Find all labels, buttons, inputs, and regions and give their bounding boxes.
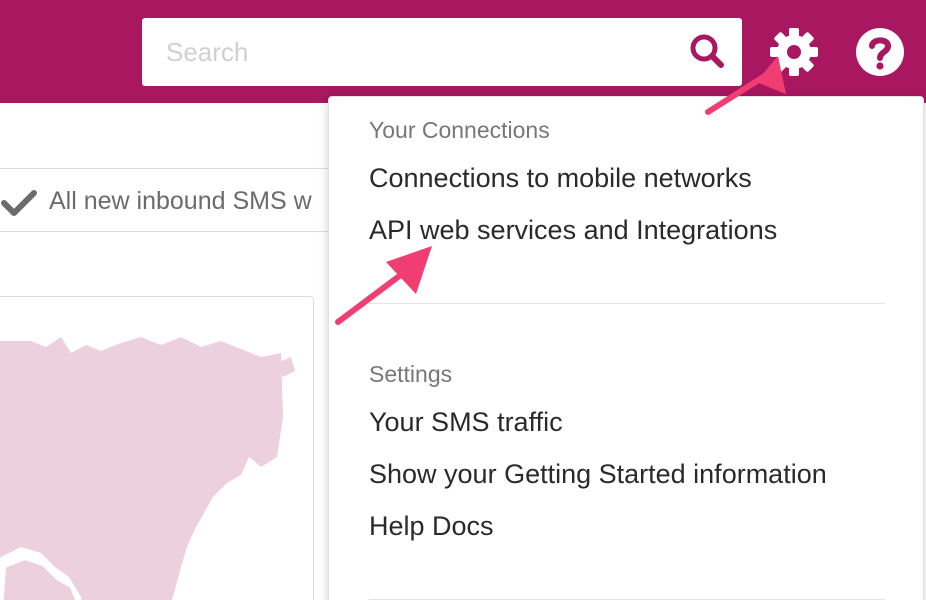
page: All new inbound SMS w Your Connections C… (0, 0, 926, 600)
menu-item-getting-started-info[interactable]: Show your Getting Started information (369, 459, 827, 490)
menu-item-api-web-services[interactable]: API web services and Integrations (369, 215, 777, 246)
top-bar (0, 0, 926, 103)
help-button[interactable] (854, 26, 906, 78)
dropdown-heading-settings: Settings (369, 361, 453, 387)
settings-dropdown: Your Connections Connections to mobile n… (328, 96, 924, 600)
inbound-sms-notice: All new inbound SMS w (0, 168, 370, 232)
menu-item-mobile-network-connections[interactable]: Connections to mobile networks (369, 163, 752, 194)
search-icon (690, 34, 724, 68)
checkmark-icon (1, 190, 37, 216)
map-card (0, 296, 314, 600)
notice-text: All new inbound SMS w (49, 187, 312, 215)
menu-item-help-docs[interactable]: Help Docs (369, 511, 494, 542)
search-input[interactable] (142, 18, 672, 86)
search-button[interactable] (682, 26, 734, 78)
world-map (0, 337, 295, 600)
search-box (142, 18, 742, 86)
dropdown-divider (369, 303, 885, 304)
menu-item-sms-traffic[interactable]: Your SMS traffic (369, 407, 563, 438)
gear-icon (770, 28, 818, 76)
dropdown-heading-connections: Your Connections (369, 117, 550, 143)
settings-button[interactable] (768, 26, 820, 78)
help-icon (856, 28, 904, 76)
